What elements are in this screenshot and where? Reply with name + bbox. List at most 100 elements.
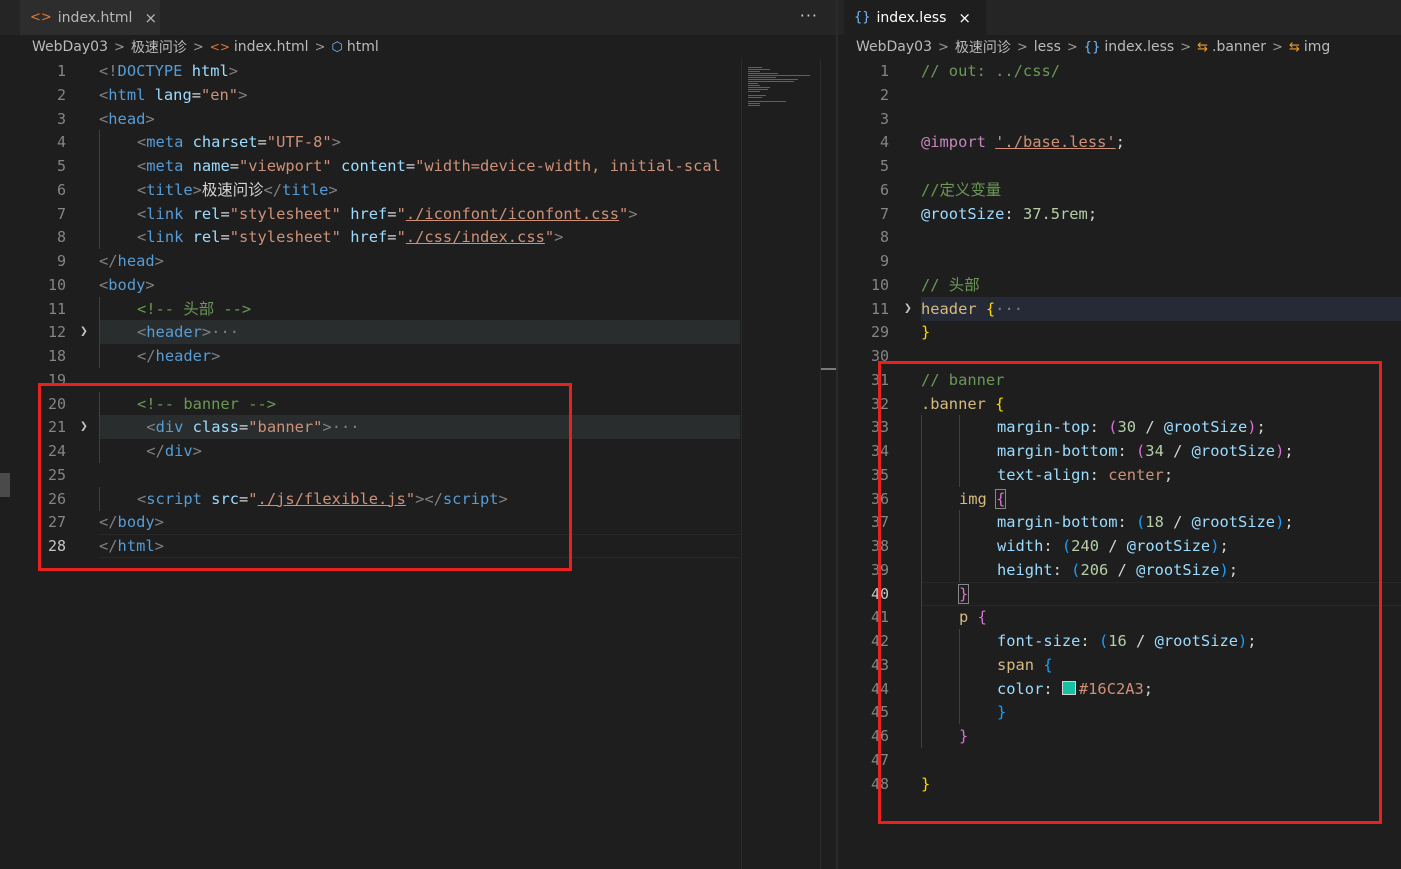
code-text: <!-- 头部 --> (137, 299, 252, 318)
line-number: 6 (56, 180, 66, 199)
line-number: 29 (870, 323, 889, 342)
code-text: @rootSize: 37.5rem; (921, 204, 1098, 223)
breadcrumb-label: WebDay03 (32, 39, 108, 55)
breadcrumb-label: 极速问诊 (954, 40, 1011, 56)
breadcrumb-item[interactable]: ⇆ .banner (1197, 39, 1266, 55)
code-text: <html lang="en"> (99, 85, 248, 104)
right-editor-pane: {} index.less × WebDay03 > 极速问诊 > less >… (838, 0, 1401, 869)
minimap-line (748, 89, 768, 90)
code-line[interactable]: 11 ❯ header {··· (838, 296, 1401, 321)
chevron-right-icon: > (314, 39, 326, 55)
code-line[interactable]: 10 // 头部 (838, 273, 1401, 297)
line-number: 2 (56, 85, 66, 104)
tab-index-html[interactable]: <> index.html × (20, 0, 160, 35)
sash-handle[interactable] (0, 473, 10, 497)
line-number: 3 (879, 109, 889, 128)
indent-guide (99, 320, 100, 345)
line-number: 8 (56, 228, 66, 247)
code-line[interactable]: 3 <head> (0, 107, 836, 131)
code-line[interactable]: 8 <link rel="stylesheet" href="./css/inde… (0, 225, 836, 250)
minimap-line (748, 87, 770, 88)
minimap[interactable] (741, 59, 819, 869)
breadcrumb-item[interactable]: WebDay03 (856, 39, 932, 55)
code-line[interactable]: 12 ❯ <header>··· (0, 320, 836, 345)
vertical-scrollbar[interactable] (820, 59, 836, 869)
breadcrumb-item[interactable]: 极速问诊 (131, 37, 187, 57)
minimap-line (748, 105, 760, 106)
line-number: 5 (56, 157, 66, 175)
code-line[interactable]: 29} (838, 320, 1401, 344)
breadcrumb-label: less (1033, 39, 1061, 55)
right-tab-bar: {} index.less × (838, 0, 1401, 35)
code-line[interactable]: 4 @import './base.less'; (838, 130, 1401, 154)
code-text: <link rel="stylesheet" href="./iconfont/… (137, 204, 638, 223)
indent-guide (99, 201, 100, 226)
code-line[interactable]: 7 @rootSize: 37.5rem; (838, 202, 1401, 226)
minimap-line (748, 81, 794, 82)
code-text: </head> (99, 252, 164, 270)
breadcrumb-item[interactable]: <> index.html (210, 39, 309, 55)
breadcrumb-item[interactable]: less (1034, 39, 1061, 55)
breadcrumb-item[interactable]: WebDay03 (32, 39, 108, 55)
breadcrumb: WebDay03 > 极速问诊 > less > {} index.less > … (838, 35, 1401, 59)
code-line[interactable]: 5 (838, 154, 1401, 178)
chevron-right-icon: > (1016, 39, 1028, 55)
code-line[interactable]: 4 <meta charset="UTF-8"> (0, 130, 836, 155)
html-file-icon: <> (30, 10, 52, 25)
minimap-line (748, 77, 776, 78)
code-line[interactable]: 2 (838, 83, 1401, 107)
code-line[interactable]: 3 (838, 107, 1401, 131)
breadcrumb-label: img (1303, 39, 1331, 55)
breadcrumb-item[interactable]: 极速问诊 (955, 37, 1011, 57)
selector-icon: ⇆ (1288, 39, 1300, 55)
code-text: <meta name="viewport" content="width=dev… (137, 157, 721, 175)
indent-guide (99, 154, 100, 178)
code-line[interactable]: 7 <link rel="stylesheet" href="./iconfont… (0, 201, 836, 226)
indent-guide (99, 296, 100, 321)
line-number: 18 (47, 347, 66, 365)
indent-guide (99, 225, 100, 250)
code-line[interactable]: 8 (838, 225, 1401, 249)
line-number: 6 (879, 180, 889, 199)
red-highlight-box (38, 383, 572, 571)
code-line[interactable]: 6 <title>极速问诊</title> (0, 177, 836, 202)
minimap-line (748, 69, 770, 70)
code-text: <head> (99, 109, 155, 128)
code-line[interactable]: 1 <!DOCTYPE html> (0, 59, 836, 83)
tab-index-less[interactable]: {} index.less × (844, 0, 986, 35)
chevron-right-icon: > (1272, 39, 1283, 55)
breadcrumb-label: WebDay03 (856, 39, 932, 55)
tab-label: index.less (876, 9, 947, 26)
chevron-right-icon: > (1180, 39, 1192, 55)
code-line[interactable]: 5 <meta name="viewport" content="width=de… (0, 154, 836, 178)
code-text: // 头部 (921, 275, 980, 294)
fold-chevron-icon[interactable]: ❯ (904, 297, 912, 321)
code-line[interactable]: 11 <!-- 头部 --> (0, 296, 836, 321)
scroll-marker (821, 368, 836, 370)
breadcrumb-label: html (346, 39, 379, 55)
code-text: <header>··· (137, 323, 239, 342)
breadcrumb-item[interactable]: ⬡ html (331, 39, 378, 55)
line-number: 11 (870, 299, 889, 318)
close-icon[interactable]: × (144, 9, 157, 27)
line-number: 2 (879, 85, 889, 104)
code-line[interactable]: 9 (838, 249, 1401, 273)
close-icon[interactable]: × (958, 9, 971, 27)
code-line[interactable]: 18 </header> (0, 344, 836, 368)
indent-guide (99, 130, 100, 155)
code-line[interactable]: 2 <html lang="en"> (0, 83, 836, 107)
line-number: 10 (870, 275, 889, 294)
breadcrumb-item[interactable]: ⇆ img (1289, 39, 1330, 55)
code-line[interactable]: 6 //定义变量 (838, 178, 1401, 202)
more-actions-icon[interactable]: ··· (800, 6, 818, 25)
html-file-icon: <> (209, 40, 230, 54)
code-line[interactable]: 9 </head> (0, 249, 836, 273)
breadcrumb-item[interactable]: {} index.less (1084, 39, 1174, 55)
breadcrumb-label: index.less (1104, 39, 1175, 55)
code-line[interactable]: 10 <body> (0, 273, 836, 297)
minimap-line (748, 83, 758, 84)
left-editor-pane: <> index.html × ··· WebDay03 > 极速问诊 > <>… (0, 0, 836, 869)
fold-chevron-icon[interactable]: ❯ (80, 320, 88, 344)
code-line[interactable]: 1 // out: ../css/ (838, 59, 1401, 83)
minimap-line (748, 101, 786, 102)
